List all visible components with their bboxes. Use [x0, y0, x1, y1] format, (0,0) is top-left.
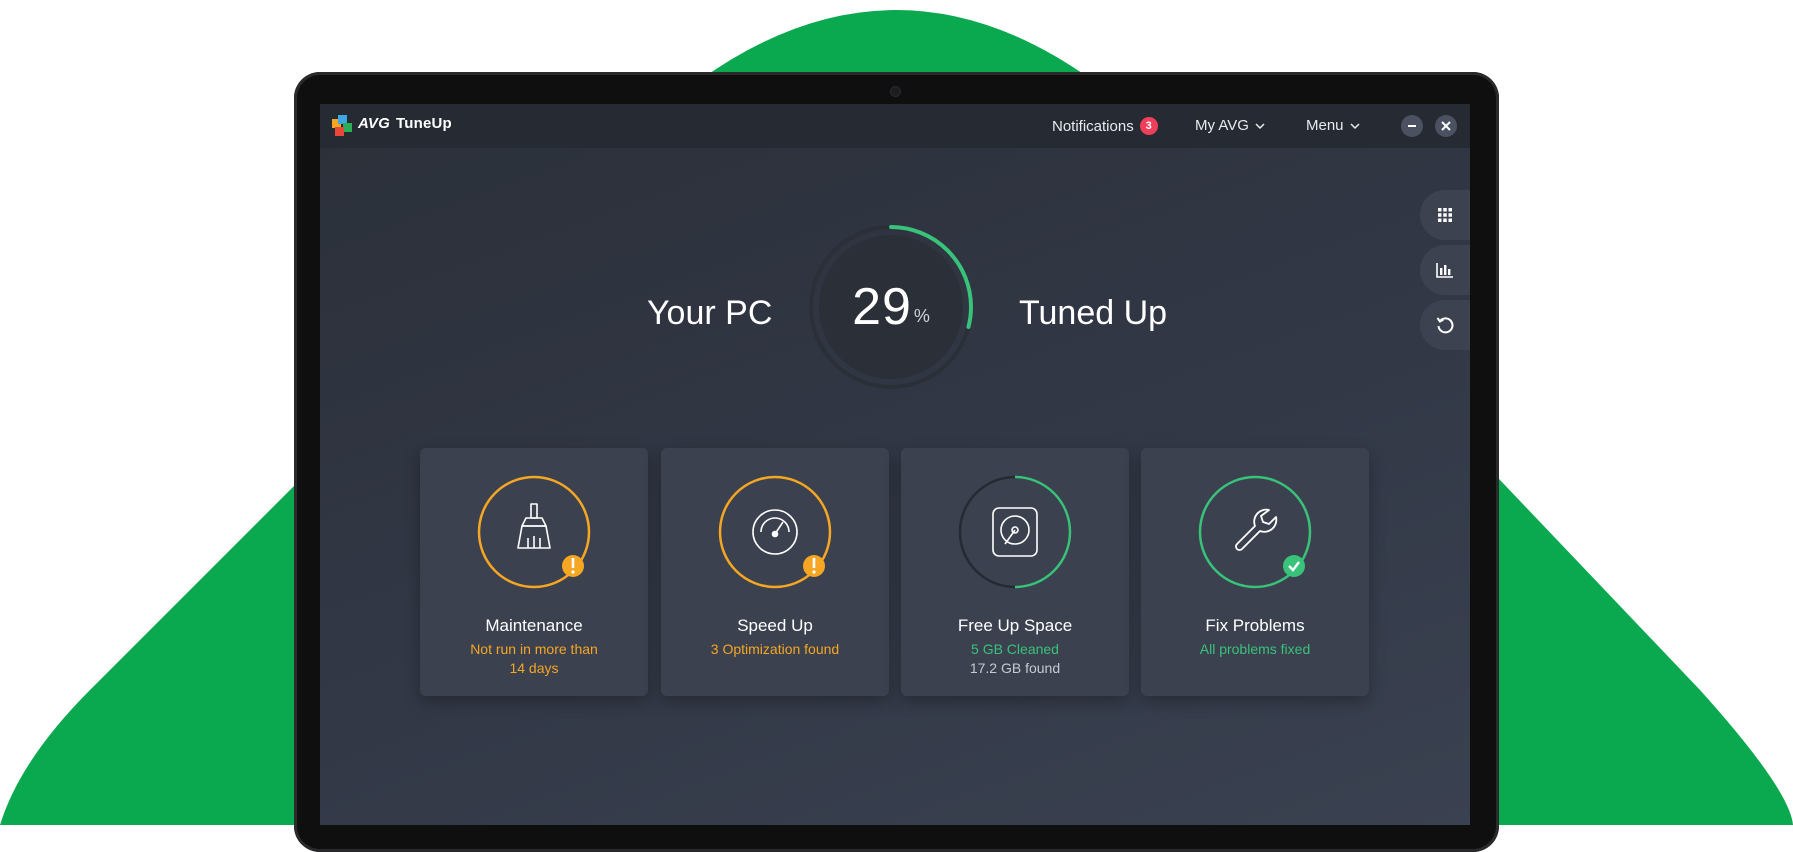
card-title: Maintenance	[485, 616, 583, 635]
menu-label: Menu	[1306, 117, 1344, 134]
brand-name: TuneUp	[396, 115, 452, 132]
avg-logo-icon	[332, 115, 352, 136]
card-status-line: Not run in more than	[470, 641, 598, 657]
notifications-label: Notifications	[1052, 117, 1134, 135]
warning-badge-icon	[562, 555, 584, 577]
close-button[interactable]	[1435, 115, 1457, 137]
hero-left-text: Your PC	[647, 294, 773, 332]
wrench-icon	[1235, 508, 1278, 551]
card-title: Fix Problems	[1205, 616, 1305, 635]
minimize-button[interactable]	[1401, 115, 1423, 137]
chevron-down-icon	[1350, 122, 1360, 129]
card-title: Free Up Space	[957, 616, 1073, 635]
percent-value: 29	[852, 278, 912, 336]
fix-problems-card[interactable]: Fix Problems All problems fixed	[1141, 448, 1369, 696]
percent-unit: %	[913, 305, 930, 326]
speed-up-ring	[718, 475, 832, 589]
undo-icon	[1436, 317, 1454, 334]
my-avg-menu[interactable]: My AVG	[1195, 117, 1265, 134]
card-status: Not run in more than 14 days	[434, 640, 634, 678]
warning-badge-icon	[803, 555, 825, 577]
check-badge-icon	[1283, 555, 1305, 577]
title-bar: AVG TuneUp Notifications 3 My AVG Menu	[320, 104, 1470, 148]
main-menu[interactable]: Menu	[1306, 117, 1360, 134]
chevron-down-icon	[1255, 122, 1265, 129]
free-up-space-ring	[958, 475, 1072, 589]
my-avg-label: My AVG	[1195, 117, 1249, 134]
card-title: Speed Up	[737, 616, 813, 635]
card-status-line: 3 Optimization found	[710, 641, 840, 657]
tune-up-percentage: 29 %	[806, 222, 976, 392]
app-window: AVG TuneUp Notifications 3 My AVG Menu Y…	[320, 104, 1470, 825]
undo-button[interactable]	[1420, 300, 1470, 350]
card-status-line: 5 GB Cleaned	[971, 641, 1059, 657]
notifications-count-badge: 3	[1139, 117, 1158, 135]
minimize-icon	[1408, 125, 1416, 127]
card-status-line: 17.2 GB found	[969, 660, 1061, 676]
hard-drive-icon	[992, 507, 1038, 557]
app-brand: AVG TuneUp	[358, 115, 452, 132]
notifications-button[interactable]: Notifications 3	[1052, 117, 1158, 135]
fix-problems-ring	[1198, 475, 1312, 589]
free-up-space-card[interactable]: Free Up Space 5 GB Cleaned 17.2 GB found	[901, 448, 1129, 696]
speedometer-icon	[752, 509, 798, 555]
card-status: 5 GB Cleaned 17.2 GB found	[915, 640, 1115, 678]
apps-grid-icon	[1438, 208, 1452, 222]
performance-chart-button[interactable]	[1420, 245, 1470, 295]
apps-grid-button[interactable]	[1420, 190, 1470, 240]
close-icon	[1441, 121, 1451, 131]
maintenance-ring	[477, 475, 591, 589]
bar-chart-icon	[1436, 263, 1453, 278]
card-status: All problems fixed	[1155, 640, 1355, 659]
brand-prefix: AVG	[358, 115, 390, 132]
card-status-line: 14 days	[509, 660, 559, 676]
side-rail	[1420, 190, 1470, 355]
card-status-line: All problems fixed	[1199, 641, 1311, 657]
hero-right-text: Tuned Up	[1019, 294, 1168, 332]
speed-up-card[interactable]: Speed Up 3 Optimization found	[661, 448, 889, 696]
broom-icon	[517, 503, 551, 549]
card-status: 3 Optimization found	[675, 640, 875, 659]
webcam	[890, 86, 901, 97]
maintenance-card[interactable]: Maintenance Not run in more than 14 days	[420, 448, 648, 696]
